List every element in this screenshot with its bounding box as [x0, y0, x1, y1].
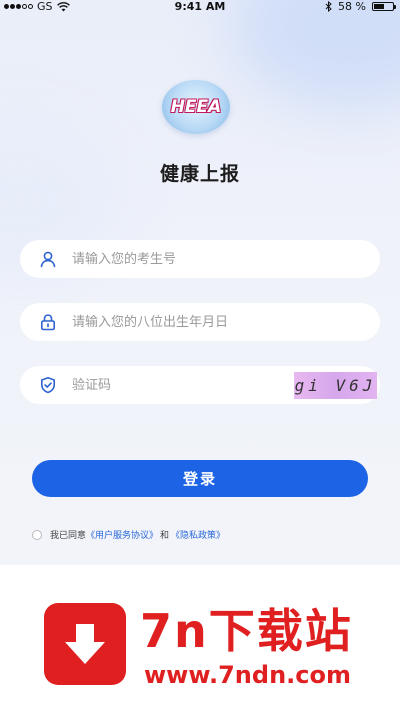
background-glow — [230, 0, 400, 110]
watermark-banner: 7n下载站 www.7ndn.com — [0, 565, 400, 710]
captcha-input[interactable] — [72, 366, 252, 404]
download-arrow-icon — [65, 624, 105, 664]
shield-icon — [41, 377, 55, 394]
battery-percent: 58 % — [338, 0, 366, 13]
battery-icon — [372, 2, 396, 11]
privacy-policy-link[interactable]: 《隐私政策》 — [171, 528, 225, 541]
logo-text: HEEA — [170, 97, 222, 117]
watermark-title: 7n下载站 — [140, 604, 353, 658]
watermark-url: www.7ndn.com — [144, 661, 351, 689]
user-agreement-link[interactable]: 《用户服务协议》 — [86, 528, 158, 541]
agreement-prefix: 我已同意 — [50, 531, 87, 541]
status-right: 58 % — [325, 0, 396, 13]
exam-number-field[interactable] — [20, 240, 380, 278]
status-bar: GS 9:41 AM 58 % — [0, 0, 400, 14]
user-icon — [40, 251, 56, 268]
birthdate-field[interactable] — [20, 303, 380, 341]
captcha-field[interactable]: gi V6J — [20, 366, 380, 404]
birthdate-input[interactable] — [72, 303, 272, 341]
bluetooth-icon — [325, 1, 332, 12]
captcha-image[interactable]: gi V6J — [294, 372, 377, 399]
page-title: 健康上报 — [159, 163, 240, 185]
agree-checkbox[interactable] — [32, 529, 42, 540]
login-button[interactable]: 登录 — [32, 460, 368, 497]
exam-number-input[interactable] — [72, 240, 272, 278]
agreement-and: 和 — [160, 531, 170, 541]
battery-level — [374, 4, 384, 9]
app-logo: HEEA — [162, 80, 230, 134]
lock-icon — [40, 314, 55, 331]
login-screen: GS 9:41 AM 58 % HEEA 健康上报 请输入您的考生号 请输入您的… — [0, 0, 400, 710]
agreement-row: 我已同意 《用户服务协议》 和 《隐私政策》 — [32, 528, 225, 541]
download-badge — [44, 603, 126, 685]
